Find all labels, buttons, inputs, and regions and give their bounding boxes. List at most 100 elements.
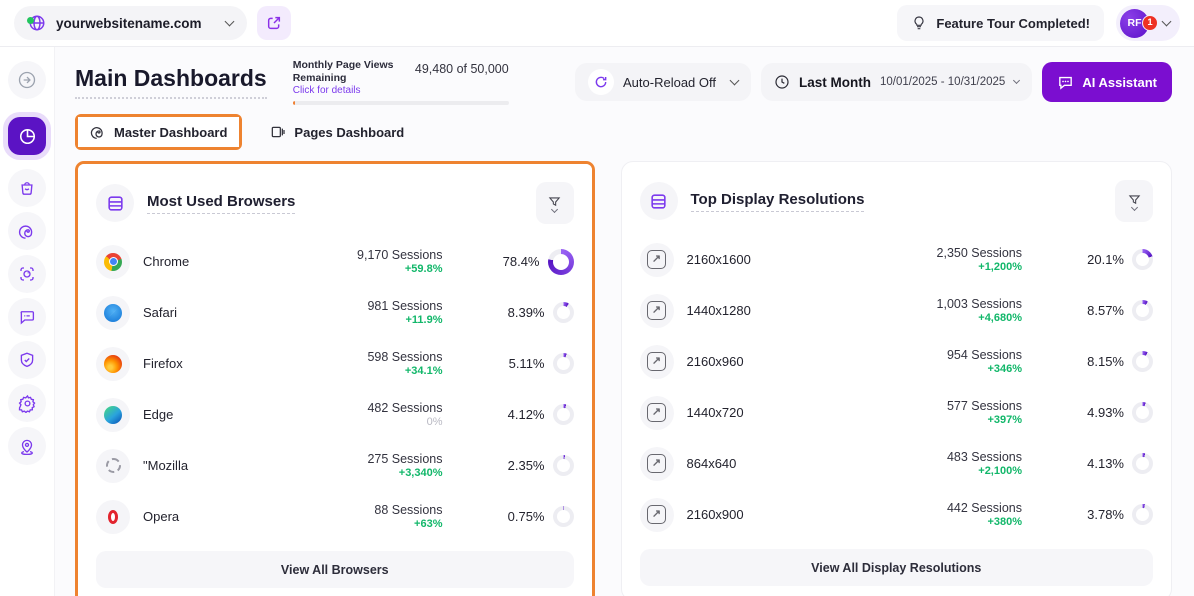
row-sessions: 88 Sessions	[293, 503, 443, 517]
row-sessions: 981 Sessions	[293, 299, 443, 313]
row-percent: 8.57%	[1087, 303, 1124, 318]
donut-chart	[1132, 402, 1153, 423]
row-label: Chrome	[143, 254, 280, 269]
quota-progress-fill	[293, 101, 295, 105]
sidebar-item-dashboards[interactable]	[8, 117, 46, 155]
filter-button[interactable]	[536, 182, 574, 224]
quota-label: Monthly Page Views Remaining	[293, 59, 408, 85]
browser-row[interactable]: Opera 88 Sessions+63% 0.75%	[96, 491, 574, 542]
sidebar-item-visitor-map[interactable]	[8, 427, 46, 465]
donut-chart	[1132, 249, 1153, 270]
card-title: Top Display Resolutions	[691, 191, 865, 212]
resolution-row[interactable]: ↗ 1440x1280 1,003 Sessions+4,680% 8.57%	[640, 285, 1154, 336]
avatar-initials: RF	[1128, 17, 1142, 29]
ai-chat-icon	[1057, 74, 1074, 91]
row-percent: 8.15%	[1087, 354, 1124, 369]
resolution-row[interactable]: ↗ 1440x720 577 Sessions+397% 4.93%	[640, 387, 1154, 438]
row-sessions: 442 Sessions	[872, 501, 1022, 515]
sidebar	[0, 47, 55, 596]
browsers-card: Most Used Browsers Chrome 9,170 Sessions…	[78, 164, 592, 596]
resolution-row[interactable]: ↗ 2160x1600 2,350 Sessions+1,200% 20.1%	[640, 234, 1154, 285]
lightbulb-icon	[911, 15, 927, 31]
camera-focus-icon	[18, 265, 36, 283]
auto-reload-dropdown[interactable]: Auto-Reload Off	[575, 63, 751, 101]
donut-chart	[1132, 453, 1153, 474]
quota-progress-bar	[293, 101, 509, 105]
shield-check-icon	[18, 351, 36, 369]
feature-tour-button[interactable]: Feature Tour Completed!	[897, 5, 1104, 41]
sidebar-item-settings[interactable]	[8, 384, 46, 422]
chrome-icon	[96, 245, 130, 279]
site-name: yourwebsitename.com	[56, 16, 202, 31]
browser-row[interactable]: Firefox 598 Sessions+34.1% 5.11%	[96, 338, 574, 389]
row-sessions: 9,170 Sessions	[293, 248, 443, 262]
row-delta: 0%	[293, 416, 443, 428]
feature-tour-label: Feature Tour Completed!	[936, 16, 1090, 31]
sidebar-item-feedback[interactable]	[8, 298, 46, 336]
quota-details-link[interactable]: Click for details	[293, 85, 408, 96]
tab-label: Pages Dashboard	[294, 125, 404, 140]
tab-master-dashboard[interactable]: Master Dashboard	[78, 117, 239, 147]
avatar: RF 1	[1120, 9, 1149, 38]
donut-chart	[548, 249, 574, 275]
row-label: 1440x1280	[687, 303, 860, 318]
sidebar-collapse-button[interactable]	[8, 61, 46, 99]
resolution-row[interactable]: ↗ 2160x900 442 Sessions+380% 3.78%	[640, 489, 1154, 540]
quota-widget: Monthly Page Views Remaining Click for d…	[293, 59, 509, 105]
row-delta: +2,100%	[872, 465, 1022, 477]
site-selector[interactable]: yourwebsitename.com	[14, 6, 247, 40]
view-all-browsers-button[interactable]: View All Browsers	[96, 551, 574, 588]
donut-chart	[553, 455, 574, 476]
row-sessions: 482 Sessions	[293, 401, 443, 415]
resolutions-card: Top Display Resolutions ↗ 2160x1600 2,35…	[621, 161, 1173, 596]
donut-chart	[553, 353, 574, 374]
tab-pages-dashboard[interactable]: Pages Dashboard	[258, 117, 416, 147]
browser-row[interactable]: Safari 981 Sessions+11.9% 8.39%	[96, 287, 574, 338]
ai-assistant-button[interactable]: AI Assistant	[1042, 62, 1172, 102]
chevron-down-icon	[1013, 77, 1020, 84]
open-site-button[interactable]	[257, 6, 291, 40]
resolution-row[interactable]: ↗ 2160x960 954 Sessions+346% 8.15%	[640, 336, 1154, 387]
collapse-arrow-icon	[17, 70, 37, 90]
row-delta: +59.8%	[293, 263, 443, 275]
row-percent: 8.39%	[508, 305, 545, 320]
row-label: "Mozilla	[143, 458, 280, 473]
spiral-icon	[90, 124, 106, 140]
unknown-browser-icon	[96, 449, 130, 483]
view-all-resolutions-button[interactable]: View All Display Resolutions	[640, 549, 1154, 586]
resolution-row[interactable]: ↗ 864x640 483 Sessions+2,100% 4.13%	[640, 438, 1154, 489]
account-menu[interactable]: RF 1	[1116, 5, 1180, 41]
row-delta: +34.1%	[293, 365, 443, 377]
date-range-text: 10/01/2025 - 10/31/2025	[880, 76, 1005, 88]
browser-row[interactable]: "Mozilla 275 Sessions+3,340% 2.35%	[96, 440, 574, 491]
page-title: Main Dashboards	[75, 65, 267, 99]
topbar: yourwebsitename.com Feature Tour Complet…	[0, 0, 1194, 47]
row-delta: +380%	[872, 516, 1022, 528]
row-percent: 0.75%	[508, 509, 545, 524]
bag-icon	[18, 179, 36, 197]
browser-row[interactable]: Edge 482 Sessions0% 4.12%	[96, 389, 574, 440]
date-range-picker[interactable]: Last Month 10/01/2025 - 10/31/2025	[761, 63, 1032, 101]
sidebar-item-heatmaps[interactable]	[8, 212, 46, 250]
browser-row[interactable]: Chrome 9,170 Sessions+59.8% 78.4%	[96, 236, 574, 287]
edge-icon	[96, 398, 130, 432]
sidebar-item-recordings[interactable]	[8, 255, 46, 293]
row-sessions: 275 Sessions	[293, 452, 443, 466]
chevron-down-icon	[224, 16, 234, 26]
sidebar-item-conversions[interactable]	[8, 169, 46, 207]
chat-bubble-icon	[18, 308, 36, 326]
row-delta: +3,340%	[293, 467, 443, 479]
donut-chart	[1132, 300, 1153, 321]
main-content: Main Dashboards Monthly Page Views Remai…	[55, 47, 1194, 596]
donut-chart	[553, 302, 574, 323]
row-sessions: 483 Sessions	[872, 450, 1022, 464]
donut-chart	[1132, 504, 1153, 525]
refresh-icon	[588, 69, 614, 95]
spiral-icon	[18, 222, 36, 240]
expand-icon: ↗	[640, 447, 674, 481]
expand-icon: ↗	[640, 345, 674, 379]
ai-assistant-label: AI Assistant	[1082, 75, 1157, 90]
dashboard-pie-icon	[18, 127, 37, 146]
sidebar-item-privacy[interactable]	[8, 341, 46, 379]
filter-button[interactable]	[1115, 180, 1153, 222]
